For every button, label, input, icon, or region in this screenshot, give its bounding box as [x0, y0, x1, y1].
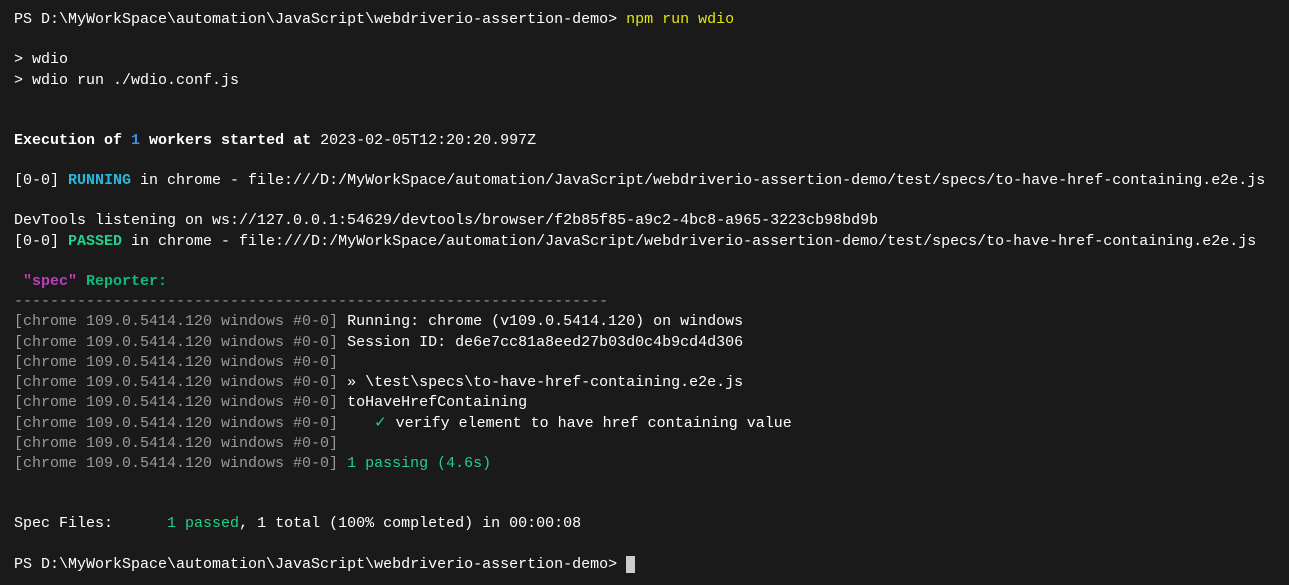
- spec-line: [chrome 109.0.5414.120 windows #0-0] 1 p…: [14, 454, 1275, 474]
- browser-prefix: [chrome 109.0.5414.120 windows #0-0]: [14, 334, 338, 351]
- prompt-path: D:\MyWorkSpace\automation\JavaScript\web…: [41, 11, 608, 28]
- prompt-line[interactable]: PS D:\MyWorkSpace\automation\JavaScript\…: [14, 10, 1275, 30]
- worker-status-line: [0-0] PASSED in chrome - file:///D:/MyWo…: [14, 232, 1275, 252]
- prompt-sep: >: [608, 11, 626, 28]
- summary-rest: , 1 total (100% completed) in 00:00:08: [239, 515, 581, 532]
- spec-file: » \test\specs\to-have-href-containing.e2…: [338, 374, 743, 391]
- worker-prefix: [0-0]: [14, 172, 68, 189]
- spec-line: [chrome 109.0.5414.120 windows #0-0]: [14, 434, 1275, 454]
- devtools-line: DevTools listening on ws://127.0.0.1:546…: [14, 211, 1275, 231]
- passed-status: PASSED: [68, 233, 122, 250]
- browser-prefix: [chrome 109.0.5414.120 windows #0-0]: [14, 313, 338, 330]
- worker-file: in chrome - file:///D:/MyWorkSpace/autom…: [131, 172, 1265, 189]
- spec-line: [chrome 109.0.5414.120 windows #0-0] ✓ v…: [14, 414, 1275, 434]
- npm-script-line: > wdio run ./wdio.conf.js: [14, 71, 1275, 91]
- execution-header: Execution of 1 workers started at 2023-0…: [14, 131, 1275, 151]
- worker-status-line: [0-0] RUNNING in chrome - file:///D:/MyW…: [14, 171, 1275, 191]
- reporter-header: "spec" Reporter:: [14, 272, 1275, 292]
- spec-session: Session ID: de6e7cc81a8eed27b03d0c4b9cd4…: [338, 334, 743, 351]
- browser-prefix: [chrome 109.0.5414.120 windows #0-0]: [14, 354, 338, 371]
- prompt-prefix: PS: [14, 556, 41, 573]
- exec-mid: workers started at: [140, 132, 311, 149]
- worker-file: in chrome - file:///D:/MyWorkSpace/autom…: [122, 233, 1256, 250]
- spec-line: [chrome 109.0.5414.120 windows #0-0] Ses…: [14, 333, 1275, 353]
- reporter-label: Reporter:: [77, 273, 167, 290]
- prompt-path: D:\MyWorkSpace\automation\JavaScript\web…: [41, 556, 608, 573]
- prompt-prefix: PS: [14, 11, 41, 28]
- check-icon: ✓: [338, 415, 387, 432]
- worker-prefix: [0-0]: [14, 233, 68, 250]
- browser-prefix: [chrome 109.0.5414.120 windows #0-0]: [14, 374, 338, 391]
- browser-prefix: [chrome 109.0.5414.120 windows #0-0]: [14, 394, 338, 411]
- spec-passing: 1 passing (4.6s): [338, 455, 491, 472]
- reporter-spec: "spec": [14, 273, 77, 290]
- prompt-sep: >: [608, 556, 626, 573]
- exec-workers: 1: [131, 132, 140, 149]
- browser-prefix: [chrome 109.0.5414.120 windows #0-0]: [14, 415, 338, 432]
- npm-script-line: > wdio: [14, 50, 1275, 70]
- running-status: RUNNING: [68, 172, 131, 189]
- summary-line: Spec Files: 1 passed, 1 total (100% comp…: [14, 514, 1275, 534]
- spec-running: Running: chrome (v109.0.5414.120) on win…: [338, 313, 743, 330]
- spec-line: [chrome 109.0.5414.120 windows #0-0] Run…: [14, 312, 1275, 332]
- prompt-line[interactable]: PS D:\MyWorkSpace\automation\JavaScript\…: [14, 555, 1275, 575]
- summary-label: Spec Files:: [14, 515, 167, 532]
- spec-suite: toHaveHrefContaining: [338, 394, 527, 411]
- spec-line: [chrome 109.0.5414.120 windows #0-0] toH…: [14, 393, 1275, 413]
- summary-passed: 1 passed: [167, 515, 239, 532]
- browser-prefix: [chrome 109.0.5414.120 windows #0-0]: [14, 435, 338, 452]
- divider-line: ----------------------------------------…: [14, 292, 1275, 312]
- spec-line: [chrome 109.0.5414.120 windows #0-0]: [14, 353, 1275, 373]
- spec-test: verify element to have href containing v…: [387, 415, 792, 432]
- spec-line: [chrome 109.0.5414.120 windows #0-0] » \…: [14, 373, 1275, 393]
- prompt-command: npm run wdio: [626, 11, 734, 28]
- cursor-icon: [626, 556, 635, 573]
- exec-time: 2023-02-05T12:20:20.997Z: [311, 132, 536, 149]
- exec-prefix: Execution of: [14, 132, 131, 149]
- browser-prefix: [chrome 109.0.5414.120 windows #0-0]: [14, 455, 338, 472]
